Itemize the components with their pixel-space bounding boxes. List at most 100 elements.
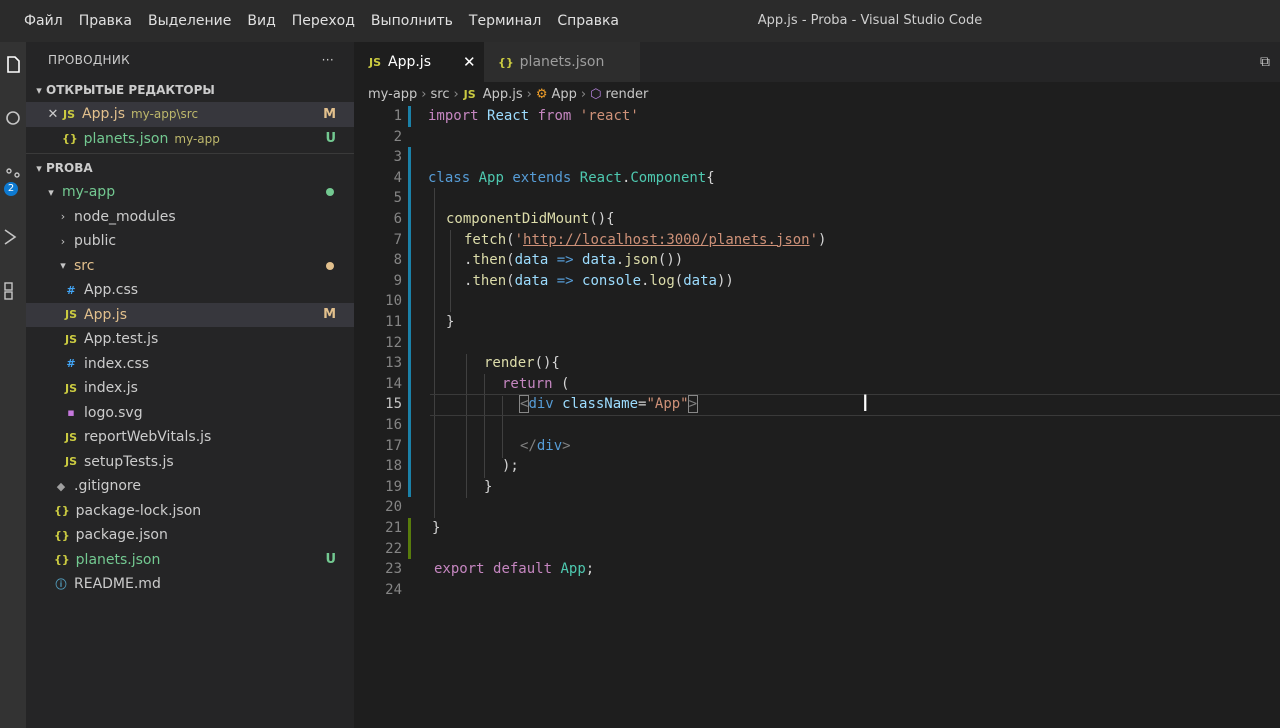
string-token: "App" <box>646 396 689 413</box>
folder-name: src <box>74 257 95 274</box>
js-file-icon: JS <box>64 381 77 395</box>
breadcrumb-item[interactable]: render <box>605 87 648 102</box>
punctuation-token: ( <box>552 375 570 392</box>
code-line-1: import React from 'react' <box>428 106 639 127</box>
breadcrumb-item[interactable]: src <box>431 87 450 102</box>
menu-run[interactable]: Выполнить <box>363 13 461 29</box>
code-editor[interactable]: 1 2 3 4 5 6 7 8 9 10 11 12 13 14 15 16 17 18 19 20 21 22 23 24 … <box>354 106 1280 728</box>
menu-edit[interactable]: Правка <box>71 13 140 29</box>
json-file-icon: {} <box>498 55 514 69</box>
folder-src[interactable]: ▾ src <box>26 254 354 279</box>
json-file-icon: {} <box>54 528 70 542</box>
search-icon[interactable] <box>2 108 24 130</box>
tab-app-js[interactable]: JS App.js ✕ <box>354 42 498 82</box>
file-index-js[interactable]: JS index.js <box>26 376 354 401</box>
file-name: App.js <box>84 306 127 323</box>
chevron-down-icon: ▾ <box>48 185 54 199</box>
punctuation-token: { <box>706 169 715 186</box>
untracked-badge: U <box>325 131 336 147</box>
split-editor-icon[interactable]: ⧉ <box>1260 54 1270 70</box>
function-token: json <box>624 252 658 269</box>
tab-bar: JS App.js ✕ {} planets.json ⧉ <box>354 42 1280 82</box>
function-token: fetch <box>464 231 507 248</box>
keyword-token: from <box>537 108 572 124</box>
folder-my-app[interactable]: ▾ my-app <box>26 180 354 205</box>
project-section[interactable]: ▾ PROBA <box>26 156 354 180</box>
folder-node-modules[interactable]: › node_modules <box>26 205 354 230</box>
breadcrumb-item[interactable]: my-app <box>368 87 417 102</box>
close-icon[interactable]: ✕ <box>44 107 62 122</box>
file-logo-svg[interactable]: ▪ logo.svg <box>26 401 354 426</box>
open-editor-item-app-js[interactable]: ✕ JS App.js my-app\src M <box>26 102 354 127</box>
file-app-test-js[interactable]: JS App.test.js <box>26 327 354 352</box>
open-editor-item-planets-json[interactable]: {} planets.json my-app U <box>26 127 354 152</box>
added-line-marker <box>408 518 411 560</box>
function-token: componentDidMount <box>446 211 590 227</box>
breadcrumb: my-app › src › JS App.js › ⚙ App › ⬡ ren… <box>354 82 1280 106</box>
open-editors-label: ОТКРЫТЫЕ РЕДАКТОРЫ <box>46 83 215 97</box>
folder-public[interactable]: › public <box>26 229 354 254</box>
line-number: 10 <box>385 293 402 310</box>
menu-selection[interactable]: Выделение <box>140 13 239 29</box>
file-app-css[interactable]: # App.css <box>26 278 354 303</box>
untracked-dot <box>326 188 334 197</box>
file-name: index.css <box>84 355 150 372</box>
file-app-js[interactable]: JS App.js M <box>26 302 354 327</box>
menu-help[interactable]: Справка <box>549 13 627 29</box>
file-package-lock[interactable]: {} package-lock.json <box>26 499 354 524</box>
code-line-11: } <box>446 314 455 330</box>
menu-go[interactable]: Переход <box>284 13 363 29</box>
menu-bar: Файл Правка Выделение Вид Переход Выполн… <box>16 13 627 29</box>
function-token: log <box>649 272 675 289</box>
punctuation-token: ; <box>585 561 595 578</box>
function-token: then <box>472 252 507 269</box>
file-package-json[interactable]: {} package.json <box>26 523 354 548</box>
punctuation-token: )) <box>716 272 734 289</box>
line-number: 8 <box>393 252 402 269</box>
line-number: 13 <box>385 355 402 372</box>
indent-guide <box>450 230 451 312</box>
operator-token: => <box>548 272 583 289</box>
chevron-down-icon: ▾ <box>36 83 42 97</box>
file-report-web-vitals[interactable]: JS reportWebVitals.js <box>26 425 354 450</box>
run-debug-icon[interactable] <box>2 226 24 248</box>
menu-file[interactable]: Файл <box>16 13 71 29</box>
tag-bracket-token: > <box>562 437 571 454</box>
identifier-token: data <box>683 272 717 289</box>
file-gitignore[interactable]: ◆ .gitignore <box>26 474 354 499</box>
chevron-right-icon: › <box>526 86 532 102</box>
punctuation-token: ( <box>506 272 515 289</box>
open-editors-section[interactable]: ▾ ОТКРЫТЫЕ РЕДАКТОРЫ <box>26 78 354 102</box>
line-number: 23 <box>385 561 402 578</box>
line-number: 21 <box>385 520 402 536</box>
file-planets-json[interactable]: {} planets.json U <box>26 548 354 573</box>
more-actions-button[interactable]: ··· <box>322 53 334 67</box>
code-line-23: export default App; <box>434 559 594 580</box>
punctuation-token: ()) <box>657 252 684 269</box>
keyword-token: extends <box>512 169 572 186</box>
tab-planets-json[interactable]: {} planets.json <box>484 42 640 82</box>
close-icon[interactable]: ✕ <box>463 53 476 71</box>
line-number: 16 <box>385 417 402 433</box>
breadcrumb-item[interactable]: App.js <box>483 87 523 102</box>
file-name: package-lock.json <box>75 502 202 519</box>
explorer-icon[interactable] <box>2 54 24 76</box>
identifier-token: console <box>582 272 642 289</box>
file-setup-tests[interactable]: JS setupTests.js <box>26 450 354 475</box>
extensions-icon[interactable] <box>2 280 24 302</box>
string-token: 'react' <box>579 108 639 124</box>
js-file-icon: JS <box>62 107 75 121</box>
identifier-token: React <box>487 108 530 124</box>
file-readme[interactable]: ⓘ README.md <box>26 572 354 597</box>
indent-guide <box>434 188 435 518</box>
chevron-down-icon: ▾ <box>60 259 66 273</box>
modified-badge: M <box>323 307 336 323</box>
line-number: 24 <box>385 581 402 598</box>
menu-view[interactable]: Вид <box>239 13 283 29</box>
breadcrumb-item[interactable]: App <box>551 87 576 102</box>
url-link[interactable]: http://localhost:3000/planets.json <box>523 232 810 248</box>
menu-terminal[interactable]: Терминал <box>461 13 549 29</box>
line-number: 6 <box>393 211 402 227</box>
file-index-css[interactable]: # index.css <box>26 352 354 377</box>
code-line-8: .then(data => data.json()) <box>464 250 683 271</box>
